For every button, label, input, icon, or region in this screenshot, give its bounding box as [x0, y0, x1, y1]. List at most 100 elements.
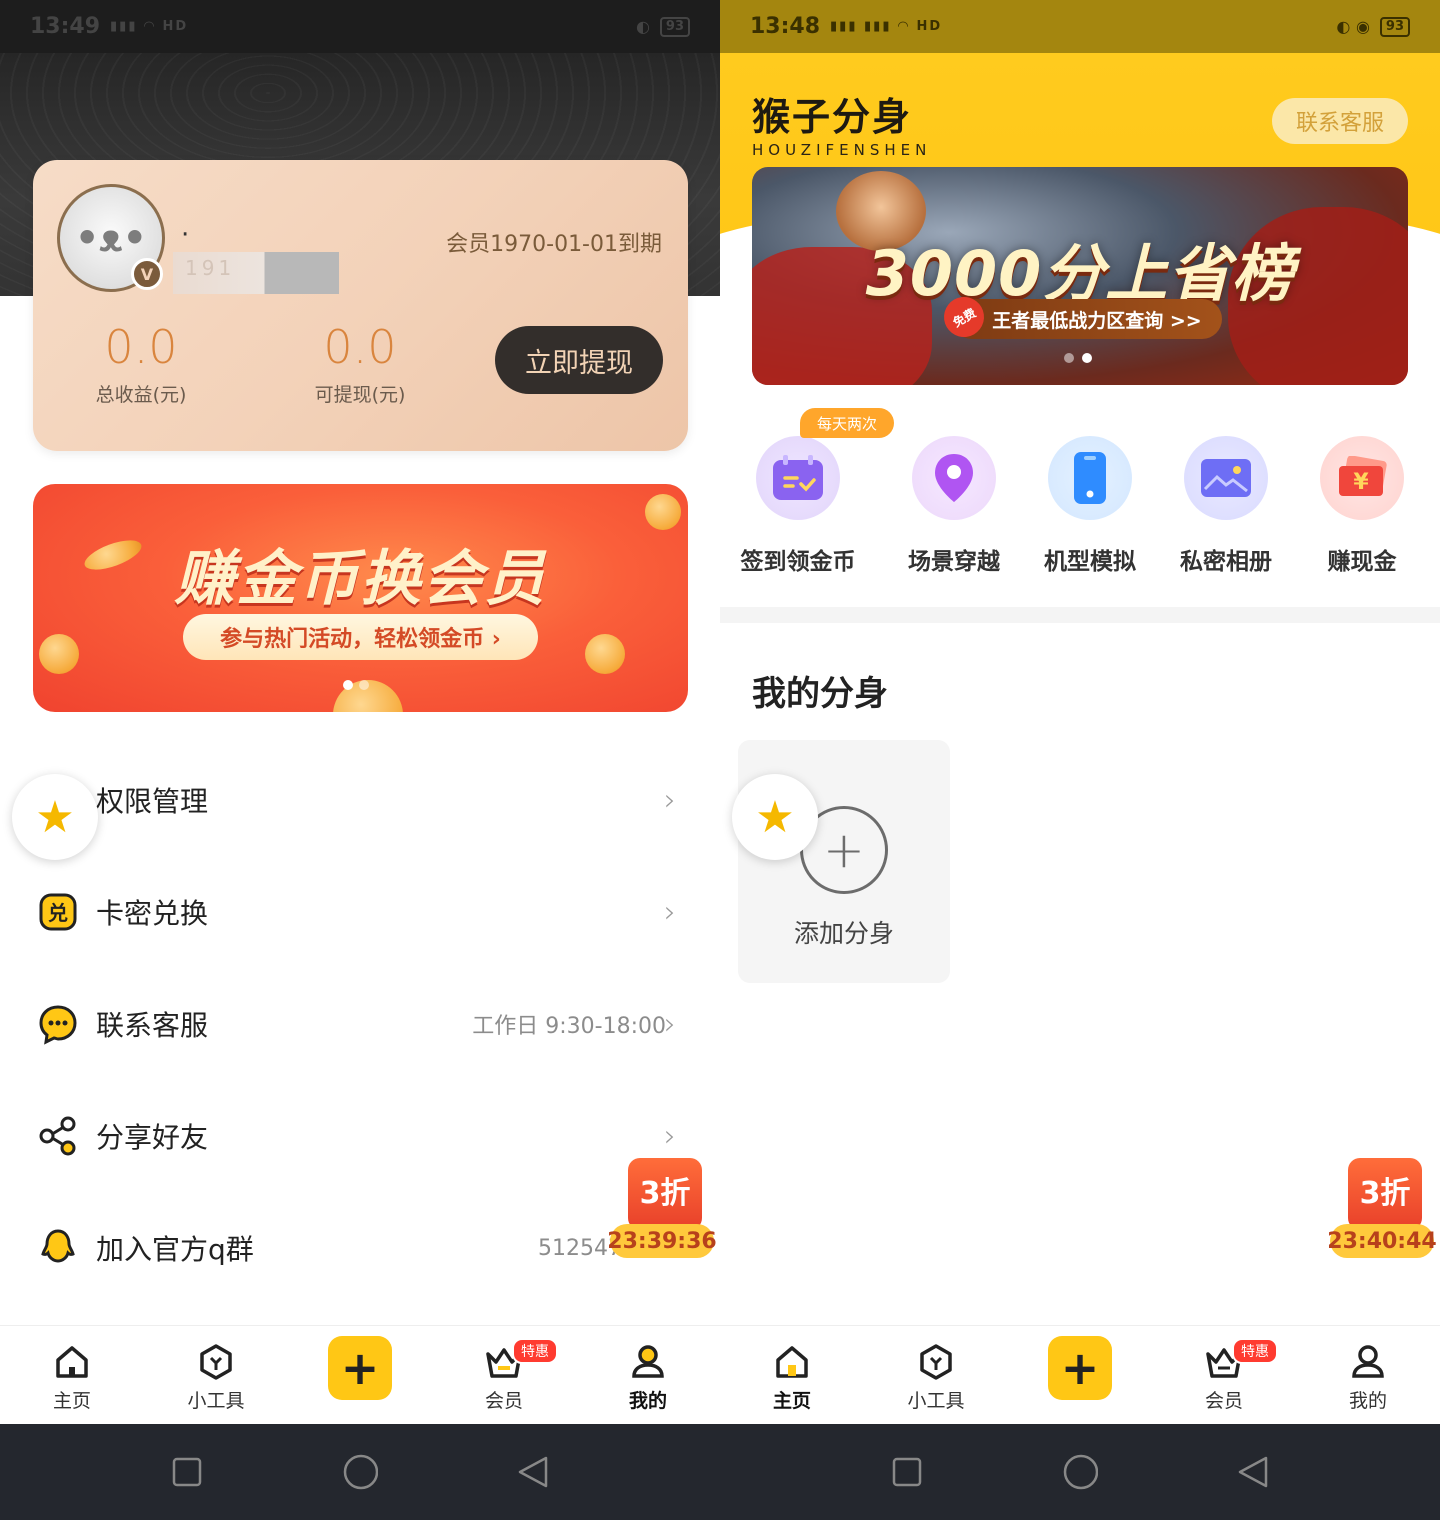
coin-decoration [645, 494, 681, 530]
tab-label: 我的 [1348, 1390, 1387, 1412]
add-clone-label: 添加分身 [793, 919, 894, 948]
photo-album-icon [1184, 436, 1268, 520]
coin-decoration [585, 634, 625, 674]
user-icon [1348, 1342, 1388, 1382]
promo-subtitle[interactable]: 参与热门活动，轻松领金币 › [183, 614, 538, 660]
total-earnings-value: 0.0 [104, 320, 178, 374]
tools-icon [916, 1342, 956, 1382]
tab-label: 小工具 [187, 1390, 245, 1412]
menu-label: 加入官方q群 [96, 1233, 254, 1266]
contact-service-button[interactable]: 联系客服 [1272, 98, 1408, 144]
chat-bubble-icon [36, 1002, 80, 1046]
discount-timer: 23:39:36 [607, 1224, 717, 1258]
member-expire: 会员1970-01-01到期 [446, 232, 662, 257]
tab-home[interactable]: 主页 [720, 1326, 864, 1426]
carousel-dots [1064, 353, 1092, 363]
discount-label: 3折 [1348, 1158, 1422, 1230]
carousel-dot [1064, 353, 1074, 363]
profile-screen: 13:49 ▮▮▮ ◠ HD ◐ 93 •ᴥ• V · 191 会员1970-0… [0, 0, 720, 1520]
magic-wand-float-button[interactable]: ★ [12, 774, 98, 860]
phone-icon [1048, 436, 1132, 520]
total-earnings: 0.0 总收益(元) [66, 320, 216, 407]
feature-label: 私密相册 [1180, 549, 1272, 575]
carousel-dot [343, 680, 353, 690]
feature-sign-in[interactable]: 签到领金币 [728, 436, 868, 576]
location-pin-icon [912, 436, 996, 520]
feature-earn-cash[interactable]: ¥ 赚现金 [1292, 436, 1432, 576]
brand-logo: 猴子分身 HOUZIFENSHEN [752, 86, 931, 159]
status-time: 13:49 [30, 14, 101, 39]
tab-label: 小工具 [907, 1390, 965, 1412]
brand-name: 猴子分身 [752, 95, 913, 139]
home-icon [772, 1342, 812, 1382]
promo-banner[interactable]: 3000分上省榜 王者最低战力区查询 >> 免费 [752, 167, 1408, 385]
withdrawable-label: 可提现(元) [314, 384, 406, 406]
tab-mine[interactable]: 我的 [1296, 1326, 1440, 1426]
tab-add[interactable]: + [288, 1326, 432, 1426]
promo-title: 赚金币换会员 [174, 544, 547, 614]
feature-scene-travel[interactable]: 场景穿越 [884, 436, 1024, 576]
home-button[interactable] [1062, 1454, 1098, 1490]
plus-icon: + [1048, 1336, 1112, 1400]
recent-apps-button[interactable] [889, 1454, 925, 1490]
tab-add[interactable]: + [1008, 1326, 1152, 1426]
carousel-dot [1082, 353, 1092, 363]
tab-mine[interactable]: 我的 [576, 1326, 720, 1426]
menu-item-share[interactable]: 分享好友 › [36, 1106, 686, 1166]
menu-label: 联系客服 [96, 1009, 209, 1042]
magic-wand-float-button[interactable]: ★ [732, 774, 818, 860]
vip-badge-icon: V [131, 258, 163, 290]
status-bar: 13:49 ▮▮▮ ◠ HD ◐ 93 [0, 0, 720, 53]
signal-icons: ▮▮▮ ▮▮▮ ◠ HD [830, 19, 943, 34]
brand-name-en: HOUZIFENSHEN [752, 141, 932, 159]
menu-item-customer-service[interactable]: 联系客服 工作日 9:30-18:00 › [36, 994, 686, 1054]
tab-vip[interactable]: 特惠 会员 [432, 1326, 576, 1426]
tab-tools[interactable]: 小工具 [144, 1326, 288, 1426]
menu-item-permissions[interactable]: 权限管理 › [36, 770, 686, 830]
menu-item-qq-group[interactable]: 加入官方q群 512547 [36, 1218, 686, 1278]
earn-coins-banner[interactable]: 赚金币换会员 参与热门活动，轻松领金币 › [33, 484, 688, 712]
back-button[interactable] [515, 1454, 551, 1490]
chevron-right-icon: › [664, 1118, 676, 1154]
discount-label: 3折 [628, 1158, 702, 1230]
tab-home[interactable]: 主页 [0, 1326, 144, 1426]
tab-label: 会员 [1204, 1390, 1243, 1412]
status-bar: 13:48 ▮▮▮ ▮▮▮ ◠ HD ◐ ◉ 93 [720, 0, 1440, 53]
special-offer-badge: 特惠 [1232, 1338, 1278, 1364]
discount-float-badge[interactable]: 3折 23:40:44 [1327, 1158, 1437, 1262]
home-screen: 13:48 ▮▮▮ ▮▮▮ ◠ HD ◐ ◉ 93 猴子分身 HOUZIFENS… [720, 0, 1440, 1520]
member-card: •ᴥ• V · 191 会员1970-01-01到期 0.0 总收益(元) 0.… [33, 160, 688, 451]
magic-wand-icon: ★ [755, 791, 795, 843]
phone-number: 191 [185, 256, 236, 280]
menu-item-redeem-code[interactable]: 兑 卡密兑换 › [36, 882, 686, 942]
svg-text:¥: ¥ [1353, 470, 1369, 495]
tab-tools[interactable]: 小工具 [864, 1326, 1008, 1426]
battery-icon: 93 [659, 16, 690, 37]
svg-text:兑: 兑 [48, 901, 68, 925]
back-button[interactable] [1235, 1454, 1271, 1490]
status-right: ◐ 93 [636, 16, 690, 37]
recent-apps-button[interactable] [169, 1454, 205, 1490]
discount-float-badge[interactable]: 3折 23:39:36 [607, 1158, 717, 1262]
bottom-tab-bar: 主页 小工具 + 特惠 会员 我的 [0, 1325, 720, 1425]
my-clones-title: 我的分身 [752, 674, 888, 714]
tab-label: 主页 [772, 1390, 811, 1412]
daily-twice-tag: 每天两次 [800, 408, 894, 438]
plus-icon: + [328, 1336, 392, 1400]
feature-device-sim[interactable]: 机型模拟 [1020, 436, 1160, 576]
signal-icons: ▮▮▮ ◠ HD [110, 19, 189, 34]
withdraw-button[interactable]: 立即提现 [495, 326, 663, 394]
feature-private-album[interactable]: 私密相册 [1156, 436, 1296, 576]
battery-icon: 93 [1379, 16, 1410, 37]
tab-label: 我的 [628, 1390, 667, 1412]
home-button[interactable] [342, 1454, 378, 1490]
system-nav-bar [0, 1424, 720, 1520]
coin-decoration [39, 634, 79, 674]
withdrawable-value: 0.0 [323, 320, 397, 374]
tab-label: 主页 [52, 1390, 91, 1412]
chevron-right-icon: › [664, 1006, 676, 1042]
vibrate-icon: ◐ ◉ [1336, 17, 1370, 36]
carousel-dot [359, 680, 369, 690]
tab-vip[interactable]: 特惠 会员 [1152, 1326, 1296, 1426]
bottom-tab-bar: 主页 小工具 + 特惠 会员 我的 [720, 1325, 1440, 1425]
